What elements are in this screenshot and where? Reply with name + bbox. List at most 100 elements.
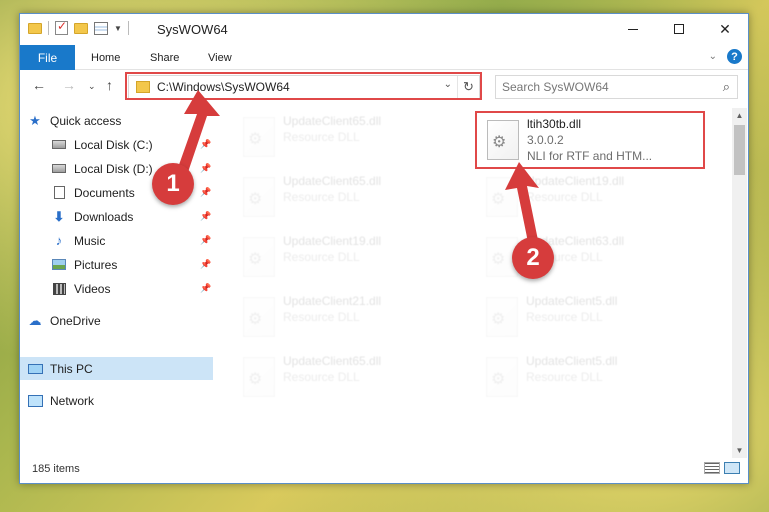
pin-icon[interactable]: 📌	[200, 259, 211, 270]
videos-icon	[50, 282, 68, 295]
network-icon	[26, 394, 44, 407]
file-name: UpdateClient5.dll	[526, 294, 618, 308]
nav-item-network[interactable]: Network	[26, 389, 213, 412]
nav-item-label: Downloads	[74, 209, 134, 224]
scroll-thumb[interactable]	[734, 125, 745, 175]
nav-item-this-pc[interactable]: This PC	[20, 357, 213, 380]
tab-view[interactable]: View	[208, 45, 232, 70]
maximize-icon	[674, 24, 684, 34]
computer-icon	[26, 363, 44, 374]
file-tile[interactable]: ⚙ UpdateClient5.dll Resource DLL	[480, 290, 705, 346]
quick-access-toolbar: ▼	[28, 19, 129, 35]
new-folder-icon[interactable]	[74, 22, 88, 34]
file-tile[interactable]: ⚙ UpdateClient65.dll Resource DLL	[237, 110, 462, 166]
gear-icon: ⚙	[491, 191, 506, 208]
pin-icon[interactable]: 📌	[200, 235, 211, 246]
step-badge-1: 1	[152, 163, 194, 205]
music-icon: ♪	[55, 233, 63, 248]
step-badge-2: 2	[512, 237, 554, 279]
details-view-icon[interactable]	[704, 462, 720, 474]
nav-item-pictures[interactable]: Pictures 📌	[50, 253, 213, 276]
file-type: Resource DLL	[283, 250, 360, 264]
properties-check-icon[interactable]	[55, 19, 68, 35]
vertical-scrollbar[interactable]: ▲ ▼	[732, 108, 747, 458]
gear-icon: ⚙	[248, 251, 263, 268]
nav-item-downloads[interactable]: ⬇ Downloads 📌	[50, 205, 213, 228]
forward-arrow-icon[interactable]: →	[62, 77, 76, 93]
file-name: UpdateClient65.dll	[283, 354, 382, 368]
drive-icon	[50, 140, 68, 149]
pictures-icon	[50, 259, 68, 270]
file-type: Resource DLL	[283, 370, 360, 384]
gear-icon: ⚙	[491, 311, 506, 328]
search-input[interactable]	[502, 80, 702, 94]
window-title: SysWOW64	[157, 22, 228, 37]
nav-item-label: Local Disk (D:)	[74, 161, 153, 176]
file-name: UpdateClient19.dll	[283, 234, 382, 248]
item-count: 185 items	[32, 463, 80, 475]
properties-icon[interactable]	[94, 21, 108, 35]
search-box[interactable]: ⌕	[495, 75, 738, 99]
expand-ribbon-chevron-icon[interactable]: ⌄	[709, 51, 717, 62]
file-type: Resource DLL	[283, 190, 360, 204]
documents-icon	[50, 186, 68, 199]
minimize-button[interactable]	[610, 14, 656, 44]
scroll-up-icon[interactable]: ▲	[732, 108, 747, 123]
file-tile[interactable]: ⚙ UpdateClient65.dll Resource DLL	[237, 170, 462, 226]
close-icon: ✕	[719, 20, 731, 37]
gear-icon: ⚙	[248, 131, 263, 148]
nav-item-label: Documents	[74, 185, 135, 200]
nav-item-videos[interactable]: Videos 📌	[50, 277, 213, 300]
gear-icon: ⚙	[491, 371, 506, 388]
nav-item-label: Videos	[74, 281, 111, 296]
pin-icon[interactable]: 📌	[200, 211, 211, 222]
star-icon: ★	[29, 112, 41, 128]
ribbon-tabs: File Home Share View ⌄ ?	[20, 45, 748, 70]
tab-home[interactable]: Home	[91, 45, 120, 70]
nav-item-onedrive[interactable]: ☁ OneDrive	[26, 309, 213, 332]
file-type: Resource DLL	[283, 310, 360, 324]
tab-share[interactable]: Share	[150, 45, 179, 70]
nav-item-music[interactable]: ♪ Music 📌	[50, 229, 213, 252]
toolbar-divider	[127, 21, 129, 35]
download-icon: ⬇	[53, 208, 65, 224]
recent-locations-chevron-icon[interactable]: ⌄	[88, 81, 96, 92]
status-bar: 185 items	[20, 455, 748, 483]
close-button[interactable]: ✕	[702, 14, 748, 44]
folder-icon	[28, 22, 42, 34]
file-name: UpdateClient65.dll	[283, 174, 382, 188]
file-name: UpdateClient5.dll	[526, 354, 618, 368]
file-type: Resource DLL	[526, 310, 603, 324]
file-tile[interactable]: ⚙ UpdateClient21.dll Resource DLL	[237, 290, 462, 346]
tab-file[interactable]: File	[20, 45, 75, 70]
large-icons-view-icon[interactable]	[724, 462, 740, 474]
nav-item-label: Local Disk (C:)	[74, 137, 153, 152]
drive-icon	[50, 164, 68, 173]
file-name: UpdateClient65.dll	[283, 114, 382, 128]
minimize-icon	[628, 28, 638, 30]
gear-icon: ⚙	[248, 191, 263, 208]
gear-icon: ⚙	[491, 251, 506, 268]
title-bar: ▼ SysWOW64 ✕	[20, 14, 748, 45]
cloud-icon: ☁	[28, 312, 42, 328]
nav-item-label: Quick access	[50, 113, 122, 128]
customize-chevron-down-icon[interactable]: ▼	[114, 24, 122, 33]
maximize-button[interactable]	[656, 14, 702, 44]
nav-item-label: Network	[50, 393, 95, 408]
gear-icon: ⚙	[248, 371, 263, 388]
file-tile[interactable]: ⚙ UpdateClient19.dll Resource DLL	[237, 230, 462, 286]
nav-item-label: Music	[74, 233, 106, 248]
search-icon[interactable]: ⌕	[723, 79, 730, 95]
file-tile[interactable]: ⚙ UpdateClient65.dll Resource DLL	[237, 350, 462, 406]
nav-item-label: This PC	[50, 361, 93, 376]
file-tile[interactable]: ⚙ UpdateClient5.dll Resource DLL	[480, 350, 705, 406]
toolbar-divider	[48, 21, 49, 35]
file-type: Resource DLL	[526, 370, 603, 384]
file-type: Resource DLL	[283, 130, 360, 144]
up-arrow-icon[interactable]: ↑	[106, 77, 113, 93]
help-icon[interactable]: ?	[727, 49, 742, 64]
pin-icon[interactable]: 📌	[200, 283, 211, 294]
gear-icon: ⚙	[248, 311, 263, 328]
back-arrow-icon[interactable]: ←	[32, 77, 46, 93]
file-name: UpdateClient21.dll	[283, 294, 382, 308]
